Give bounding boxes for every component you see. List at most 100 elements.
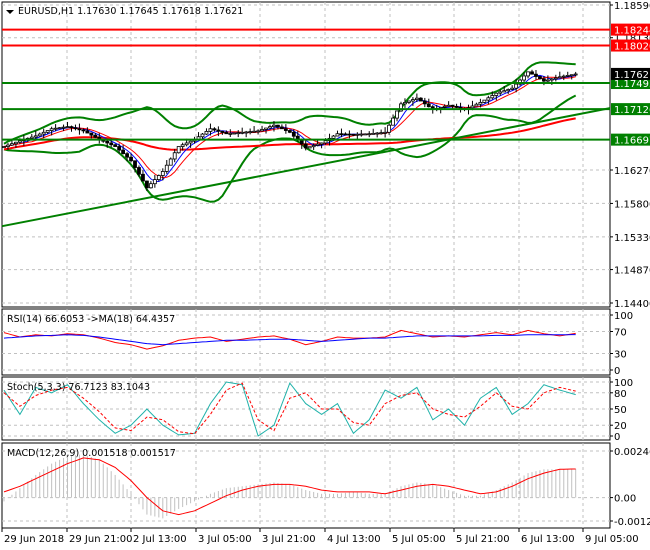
indicator-title: Stoch(5,3,3) 76.7123 83.1043 bbox=[7, 382, 150, 393]
candle-body bbox=[49, 128, 54, 131]
candle-body bbox=[291, 131, 296, 137]
y-tick-label: 0 bbox=[614, 366, 620, 377]
candle-body bbox=[152, 179, 157, 185]
candle-body bbox=[69, 126, 74, 129]
candle-body bbox=[565, 75, 570, 77]
candle-body bbox=[367, 133, 372, 136]
x-tick-label: 2 Jul 13:00 bbox=[133, 534, 187, 545]
candle-body bbox=[514, 83, 519, 89]
candle-body bbox=[387, 124, 391, 133]
candle-body bbox=[549, 78, 554, 81]
y-tick-label: 1.16270 bbox=[614, 166, 650, 177]
x-tick-label: 3 Jul 21:00 bbox=[262, 534, 316, 545]
candle-body bbox=[184, 142, 189, 146]
candle-body bbox=[446, 104, 451, 107]
candle-body bbox=[307, 146, 312, 149]
level-label: 1.16697 bbox=[614, 136, 650, 147]
candle-body bbox=[395, 110, 399, 119]
candle-body bbox=[272, 124, 276, 128]
trading-chart-window: 1.185901.181301.162701.158001.153301.148… bbox=[0, 0, 650, 550]
candle-body bbox=[141, 173, 145, 182]
moving-average-red bbox=[3, 76, 576, 179]
candle-body bbox=[557, 76, 562, 79]
level-label: 1.17126 bbox=[614, 105, 650, 116]
candle-body bbox=[522, 75, 526, 81]
candle-body bbox=[228, 132, 233, 135]
candle-body bbox=[232, 132, 237, 135]
candle-body bbox=[490, 95, 495, 99]
candle-body bbox=[224, 132, 229, 135]
candle-body bbox=[561, 75, 566, 78]
series-ma18 bbox=[3, 334, 576, 346]
candle-body bbox=[200, 133, 205, 138]
candle-body bbox=[252, 130, 257, 133]
candle-body bbox=[93, 134, 98, 138]
candle-body bbox=[403, 102, 407, 105]
candle-body bbox=[125, 153, 129, 158]
candle-body bbox=[41, 131, 46, 135]
candle-body bbox=[538, 76, 542, 80]
candle-body bbox=[6, 144, 10, 147]
y-tick-label: 1.14400 bbox=[614, 299, 650, 310]
y-tick-label: 0 bbox=[614, 432, 620, 443]
candle-body bbox=[260, 129, 264, 132]
candle-body bbox=[339, 133, 344, 136]
candle-body bbox=[498, 91, 503, 94]
candle-body bbox=[414, 97, 419, 100]
candle-body bbox=[268, 126, 272, 129]
candle-body bbox=[276, 124, 280, 128]
candle-body bbox=[478, 102, 483, 105]
candle-body bbox=[347, 133, 352, 136]
candle-body bbox=[569, 74, 574, 77]
candle-body bbox=[355, 133, 360, 136]
candle-body bbox=[426, 103, 431, 108]
candle-body bbox=[256, 130, 260, 133]
candle-body bbox=[156, 175, 161, 181]
y-tick-label: 80 bbox=[614, 389, 627, 400]
x-tick-label: 5 Jul 21:00 bbox=[456, 534, 510, 545]
candle-body bbox=[236, 132, 241, 135]
x-tick-label: 5 Jul 05:00 bbox=[392, 534, 446, 545]
candle-body bbox=[422, 100, 427, 105]
candle-body bbox=[77, 128, 82, 131]
candle-body bbox=[117, 146, 122, 151]
y-tick-label: 100 bbox=[614, 378, 633, 389]
candle-body bbox=[137, 167, 141, 175]
candle-body bbox=[371, 132, 376, 135]
candle-body bbox=[450, 104, 455, 107]
candle-body bbox=[303, 143, 308, 149]
candle-body bbox=[494, 92, 499, 96]
candle-body bbox=[407, 100, 411, 103]
candle-body bbox=[109, 142, 114, 146]
candle-body bbox=[37, 133, 42, 137]
candle-body bbox=[530, 71, 534, 75]
chart-canvas[interactable]: 1.185901.181301.162701.158001.153301.148… bbox=[0, 0, 650, 550]
candle-body bbox=[482, 99, 487, 103]
candle-body bbox=[105, 140, 110, 144]
candle-body bbox=[220, 130, 225, 133]
candle-body bbox=[160, 171, 165, 176]
candle-body bbox=[486, 97, 491, 101]
candle-body bbox=[53, 127, 58, 130]
x-tick-label: 4 Jul 13:00 bbox=[327, 534, 381, 545]
candle-body bbox=[383, 131, 388, 134]
candle-body bbox=[442, 105, 447, 108]
candle-body bbox=[212, 128, 217, 131]
x-tick-label: 3 Jul 05:00 bbox=[198, 534, 252, 545]
candle-body bbox=[164, 164, 169, 172]
candle-body bbox=[363, 133, 368, 136]
candle-body bbox=[379, 132, 384, 135]
candle-body bbox=[411, 99, 415, 102]
candle-body bbox=[506, 89, 511, 92]
y-tick-label: 30 bbox=[614, 350, 627, 361]
candle-body bbox=[375, 132, 380, 135]
candle-body bbox=[331, 135, 336, 139]
y-tick-label: 20 bbox=[614, 421, 627, 432]
y-tick-label: 1.15330 bbox=[614, 233, 650, 244]
candle-body bbox=[208, 128, 213, 132]
candle-body bbox=[17, 140, 22, 143]
candle-body bbox=[10, 143, 14, 146]
candle-body bbox=[133, 160, 137, 168]
candle-body bbox=[89, 132, 94, 136]
candle-body bbox=[33, 135, 38, 138]
